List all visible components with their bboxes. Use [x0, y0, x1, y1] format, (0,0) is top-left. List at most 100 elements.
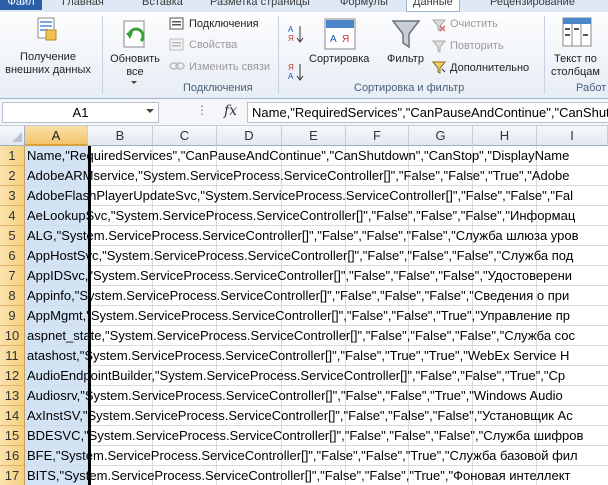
sort-icon: А Я: [324, 18, 356, 50]
cell-a10[interactable]: aspnet_state,"System.ServiceProcess.Serv…: [27, 326, 575, 346]
svg-text:Я: Я: [342, 34, 349, 45]
column-header-g[interactable]: G: [409, 126, 473, 146]
worksheet-grid[interactable]: ABCDEFGHI 1 Name,"RequiredServices","CanP…: [0, 126, 608, 485]
column-header-b[interactable]: B: [88, 126, 153, 146]
cell-a4[interactable]: AeLookupSvc,"System.ServiceProcess.Servi…: [27, 206, 575, 226]
ribbon-separator: [278, 16, 279, 94]
ribbon: Получение внешних данных Обновить все По…: [0, 12, 608, 99]
cell-a8[interactable]: Appinfo,"System.ServiceProcess.ServiceCo…: [27, 286, 569, 306]
chevron-down-icon: [131, 81, 137, 84]
cell-a12[interactable]: AudioEndpointBuilder,"System.ServiceProc…: [27, 366, 565, 386]
row-header[interactable]: 6: [0, 246, 25, 266]
sort-label: Сортировка: [309, 53, 370, 65]
column-header-f[interactable]: F: [346, 126, 409, 146]
insert-function-button[interactable]: fx: [224, 103, 237, 119]
external-data-icon: [37, 17, 57, 41]
column-header-a[interactable]: A: [25, 126, 88, 146]
select-all-icon: [12, 132, 22, 142]
row-header[interactable]: 3: [0, 186, 25, 206]
cell-a14[interactable]: AxInstSV,"System.ServiceProcess.ServiceC…: [27, 406, 573, 426]
refresh-icon: [123, 20, 145, 48]
link-icon: [169, 62, 185, 70]
cell-a7[interactable]: AppIDSvc,"System.ServiceProcess.ServiceC…: [27, 266, 572, 286]
tab-insert[interactable]: Вставка: [142, 0, 183, 10]
tab-formulas[interactable]: Формулы: [340, 0, 388, 10]
resize-handle-icon[interactable]: ⋮: [196, 103, 208, 117]
tab-page-layout[interactable]: Разметка страницы: [210, 0, 310, 10]
cell-a6[interactable]: AppHostSvc,"System.ServiceProcess.Servic…: [27, 246, 573, 266]
edit-links-label: Изменить связи: [189, 61, 271, 73]
group-label-sort-filter: Сортировка и фильтр: [354, 82, 465, 94]
svg-text:А: А: [330, 34, 337, 45]
cell-a2[interactable]: AdobeARMservice,"System.ServiceProcess.S…: [27, 166, 569, 186]
reapply-label: Повторить: [450, 40, 504, 52]
row-header[interactable]: 15: [0, 426, 25, 446]
row-header[interactable]: 17: [0, 466, 25, 485]
select-all-button[interactable]: [0, 126, 25, 146]
row-header[interactable]: 11: [0, 346, 25, 366]
column-header-d[interactable]: D: [217, 126, 282, 146]
advanced-filter-label: Дополнительно: [450, 62, 530, 74]
group-label-connections: Подключения: [183, 82, 253, 94]
cell-a11[interactable]: atashost,"System.ServiceProcess.ServiceC…: [27, 346, 569, 366]
formula-input[interactable]: Name,"RequiredServices","CanPauseAndCont…: [247, 102, 608, 123]
ribbon-separator: [544, 16, 545, 94]
formula-bar: A1 ⋮ fx Name,"RequiredServices","CanPaus…: [0, 99, 608, 126]
row-header[interactable]: 14: [0, 406, 25, 426]
chevron-down-icon[interactable]: [146, 109, 154, 113]
sort-ascending-icon: А Я: [288, 25, 304, 43]
svg-text:Я: Я: [288, 34, 294, 43]
row-header[interactable]: 10: [0, 326, 25, 346]
row-header[interactable]: 5: [0, 226, 25, 246]
svg-text:А: А: [288, 72, 294, 81]
cell-a15[interactable]: BDESVC,"System.ServiceProcess.ServiceCon…: [27, 426, 583, 446]
cell-a1[interactable]: Name,"RequiredServices","CanPauseAndCont…: [27, 146, 569, 166]
text-to-columns-icon: [562, 17, 592, 47]
cell-a17[interactable]: BITS,"System.ServiceProcess.ServiceContr…: [27, 466, 571, 485]
svg-text:А: А: [288, 25, 294, 34]
row-header[interactable]: 13: [0, 386, 25, 406]
row-header[interactable]: 4: [0, 206, 25, 226]
cell-a3[interactable]: AdobeFlashPlayerUpdateSvc,"System.Servic…: [27, 186, 573, 206]
name-box[interactable]: A1: [2, 102, 159, 123]
row-header[interactable]: 12: [0, 366, 25, 386]
text-to-columns-label-1: Текст по: [554, 53, 597, 65]
properties-label: Свойства: [189, 39, 238, 51]
cell-a16[interactable]: BFE,"System.ServiceProcess.ServiceContro…: [27, 446, 578, 466]
cell-a13[interactable]: Audiosrv,"System.ServiceProcess.ServiceC…: [27, 386, 563, 406]
filter-icon: [391, 20, 421, 49]
ribbon-separator: [102, 16, 103, 94]
tab-home[interactable]: Главная: [62, 0, 104, 10]
refresh-all-label-1: Обновить: [110, 53, 160, 65]
column-header-e[interactable]: E: [282, 126, 346, 146]
row-header[interactable]: 7: [0, 266, 25, 286]
properties-icon: [169, 38, 184, 51]
tab-review[interactable]: Рецензирование: [490, 0, 575, 10]
column-header-c[interactable]: C: [153, 126, 217, 146]
connections-label: Подключения: [189, 18, 259, 30]
advanced-filter-icon: [432, 61, 446, 74]
ribbon-tab-bar: Файл Главная Вставка Разметка страницы Ф…: [0, 0, 608, 12]
column-header-h[interactable]: H: [473, 126, 537, 146]
row-header[interactable]: 16: [0, 446, 25, 466]
svg-text:Я: Я: [288, 63, 294, 72]
connections-icon: [169, 17, 184, 30]
cell-a5[interactable]: ALG,"System.ServiceProcess.ServiceContro…: [27, 226, 579, 246]
filter-label: Фильтр: [387, 53, 424, 65]
clear-filter-icon: [432, 19, 446, 32]
row-header[interactable]: 2: [0, 166, 25, 186]
refresh-all-label-2: все: [126, 66, 144, 78]
column-header-i[interactable]: I: [537, 126, 608, 146]
text-to-columns-label-2: столбцам: [551, 66, 600, 78]
group-label-data-tools: Работ: [576, 82, 607, 94]
sort-descending-icon: Я А: [288, 63, 304, 81]
row-header[interactable]: 1: [0, 146, 25, 166]
row-header[interactable]: 9: [0, 306, 25, 326]
tab-file[interactable]: Файл: [0, 0, 42, 10]
row-header[interactable]: 8: [0, 286, 25, 306]
get-external-data-label-2: внешних данных: [5, 64, 91, 76]
get-external-data-label-1: Получение: [20, 51, 76, 63]
selection-border: [88, 146, 91, 485]
tab-data[interactable]: Данные: [406, 0, 460, 12]
cell-a9[interactable]: AppMgmt,"System.ServiceProcess.ServiceCo…: [27, 306, 570, 326]
